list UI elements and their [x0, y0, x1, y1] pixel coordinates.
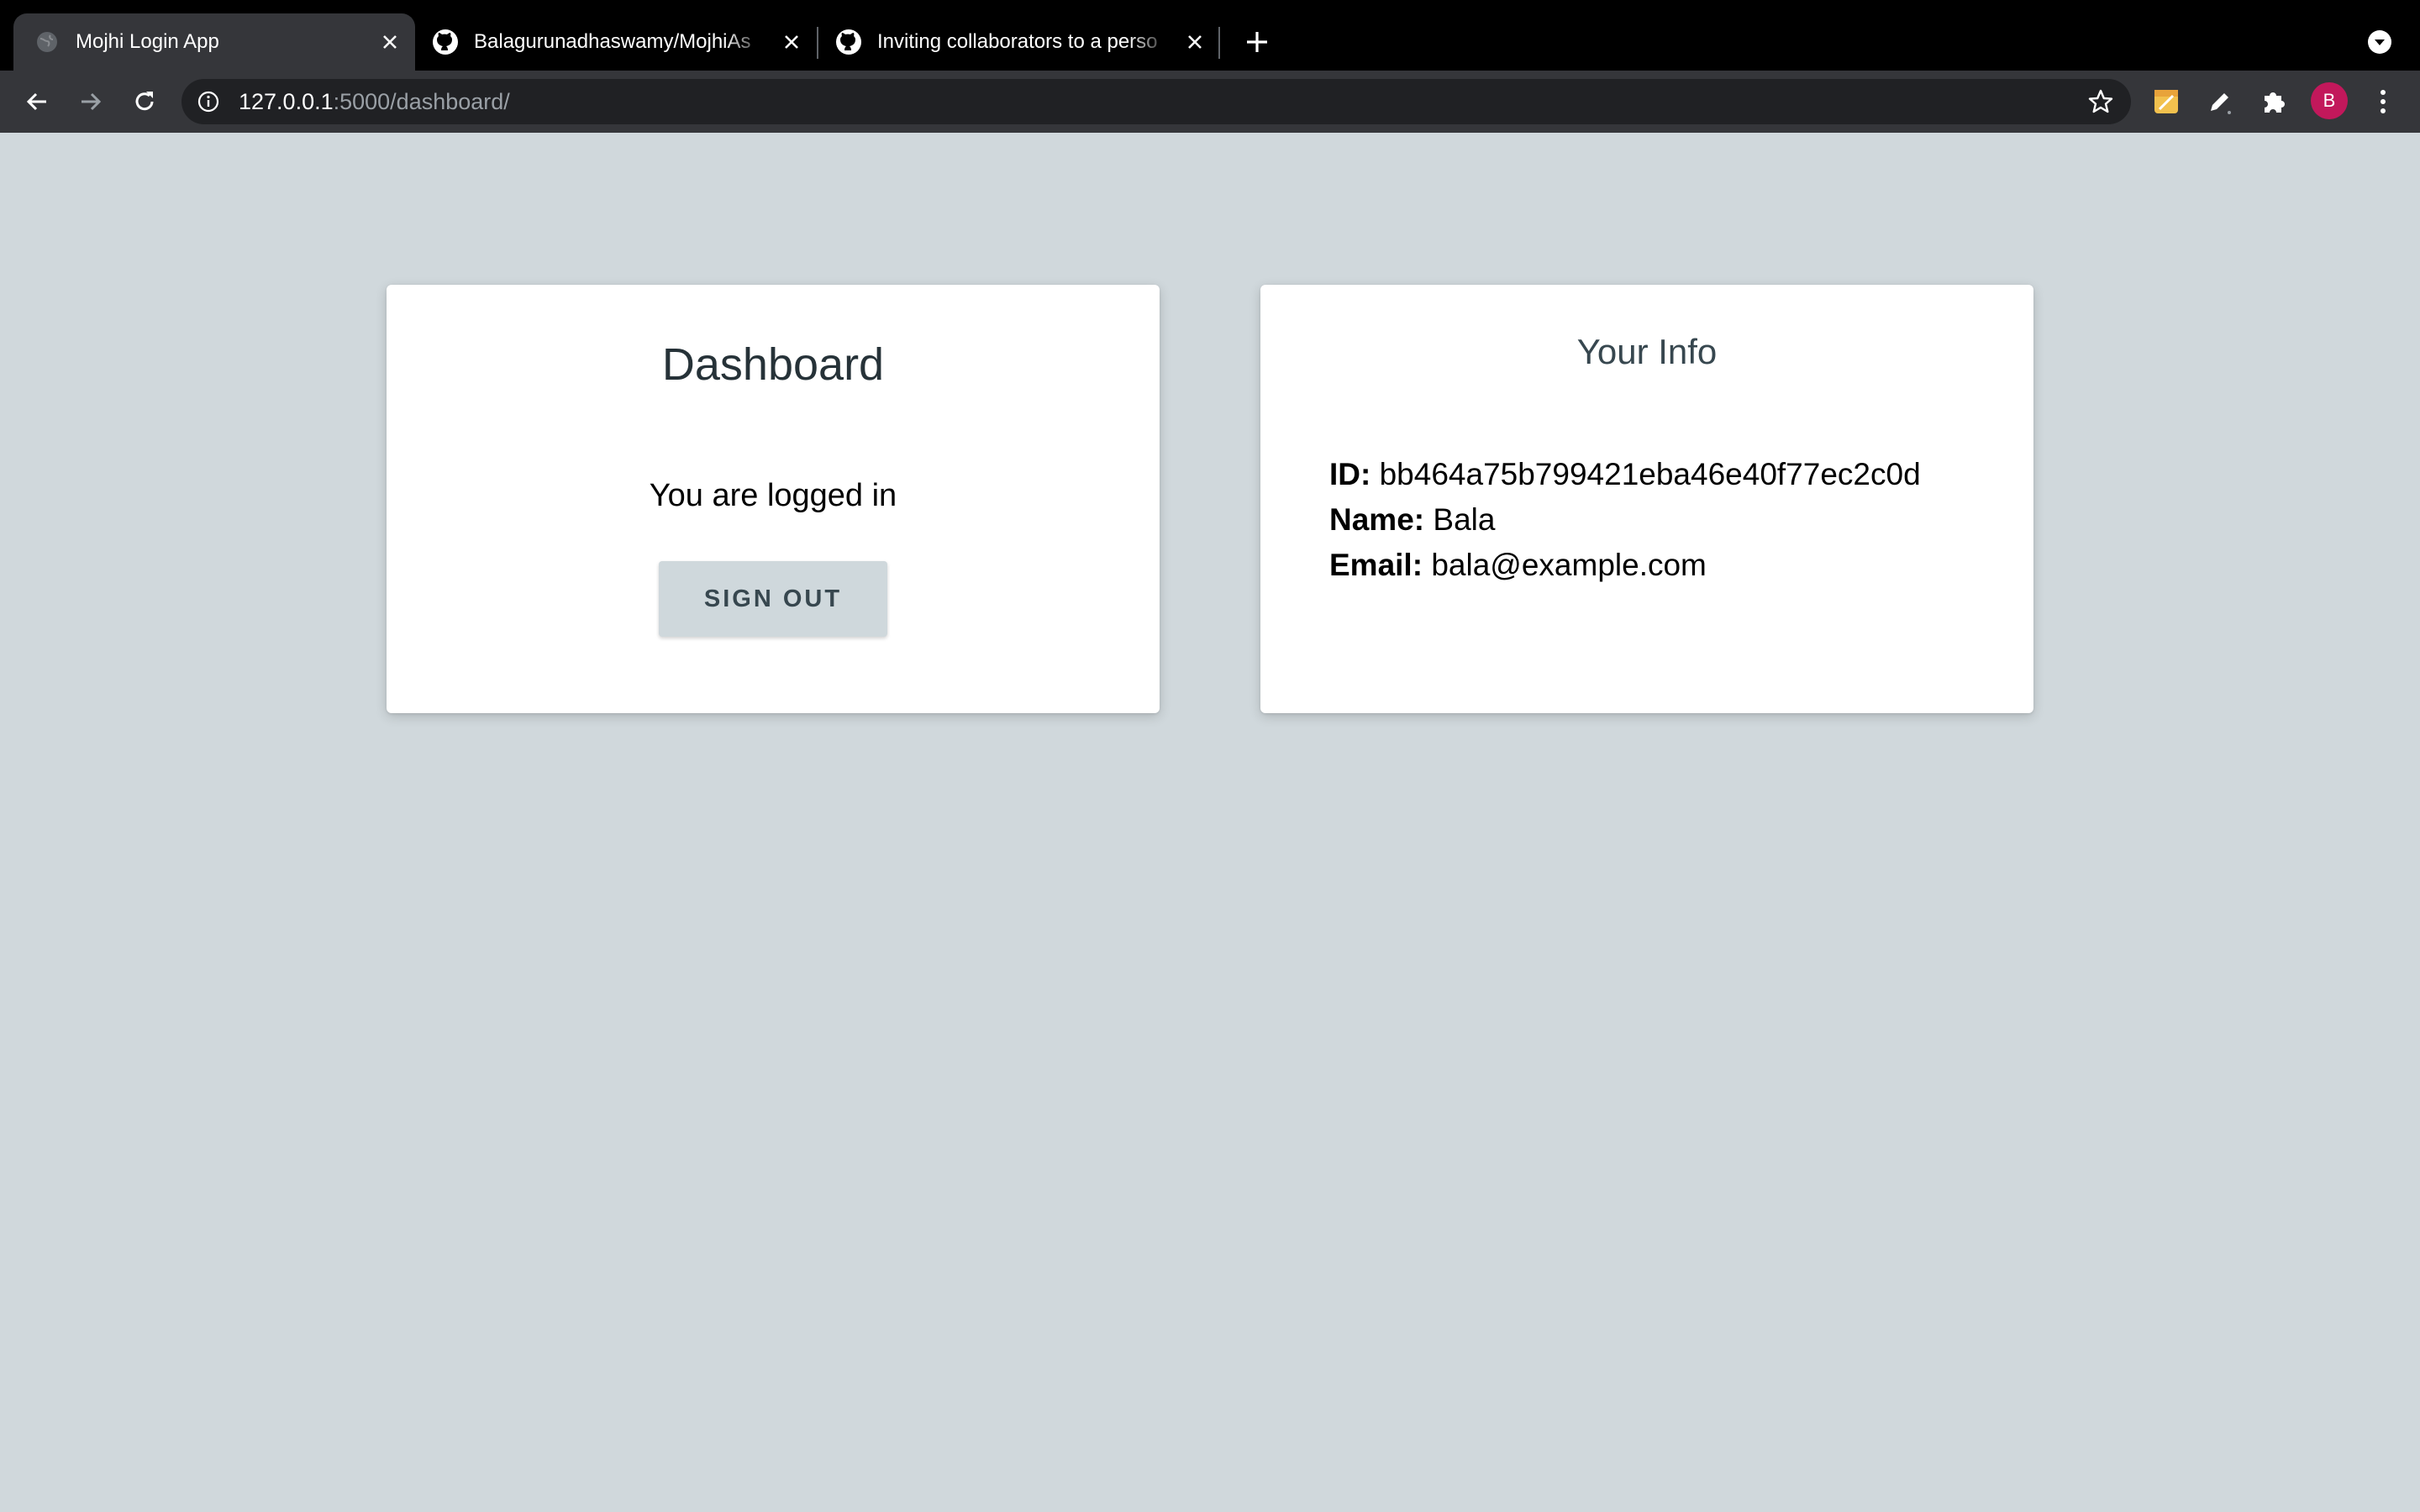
address-bar[interactable]: 127.0.0.1:5000/dashboard/	[182, 79, 2131, 124]
close-icon[interactable]	[778, 29, 805, 55]
profile-avatar[interactable]: B	[2311, 82, 2348, 119]
page-viewport: Dashboard You are logged in SIGN OUT You…	[0, 133, 2420, 1512]
github-icon	[432, 29, 459, 55]
url-text[interactable]: 127.0.0.1:5000/dashboard/	[239, 90, 510, 113]
dashboard-title: Dashboard	[661, 339, 885, 390]
new-tab-button[interactable]	[1240, 25, 1274, 59]
user-info-list: ID: bb464a75b799421eba46e40f77ec2c0d Nam…	[1329, 452, 1921, 588]
name-value: Bala	[1433, 502, 1496, 537]
browser-tab-strip: Mojhi Login App Balagurunadhaswamy/Mojhi…	[0, 0, 2420, 71]
user-info-card: Your Info ID: bb464a75b799421eba46e40f77…	[1260, 285, 2033, 713]
browser-toolbar: 127.0.0.1:5000/dashboard/ B	[0, 71, 2420, 133]
forward-button[interactable]	[72, 83, 109, 120]
tab-search-chevron-icon[interactable]	[2366, 29, 2393, 55]
sign-out-button[interactable]: SIGN OUT	[659, 561, 887, 637]
tab-separator	[1218, 27, 1220, 59]
url-host: 127.0.0.1	[239, 89, 334, 114]
info-title: Your Info	[1576, 332, 1718, 371]
notes-extension-icon[interactable]	[2149, 85, 2183, 118]
tab-inviting-collaborators[interactable]: Inviting collaborators to a perso	[818, 13, 1220, 71]
reload-button[interactable]	[126, 83, 163, 120]
github-icon	[835, 29, 862, 55]
user-id-row: ID: bb464a75b799421eba46e40f77ec2c0d	[1329, 452, 1921, 497]
more-menu-icon[interactable]	[2366, 85, 2400, 118]
user-name-row: Name: Bala	[1329, 497, 1921, 543]
close-icon[interactable]	[1181, 29, 1208, 55]
extensions-puzzle-icon[interactable]	[2257, 85, 2291, 118]
info-icon[interactable]	[195, 88, 222, 115]
login-status-text: You are logged in	[649, 478, 897, 513]
globe-icon	[34, 29, 60, 55]
id-label: ID:	[1329, 457, 1371, 491]
name-label: Name:	[1329, 502, 1425, 537]
tab-title: Mojhi Login App	[76, 30, 219, 53]
tab-mojhi-login-app[interactable]: Mojhi Login App	[13, 13, 415, 71]
email-label: Email:	[1329, 548, 1423, 582]
id-value: bb464a75b799421eba46e40f77ec2c0d	[1379, 457, 1921, 491]
url-path: :5000/dashboard/	[333, 89, 510, 114]
bookmark-star-icon[interactable]	[2086, 87, 2116, 117]
tab-title: Inviting collaborators to a perso	[877, 30, 1158, 53]
email-value: bala@example.com	[1431, 548, 1707, 582]
dashboard-card: Dashboard You are logged in SIGN OUT	[387, 285, 1160, 713]
user-email-row: Email: bala@example.com	[1329, 543, 1921, 588]
back-button[interactable]	[18, 83, 55, 120]
tab-github-repo[interactable]: Balagurunadhaswamy/MojhiAs	[415, 13, 817, 71]
pen-extension-icon[interactable]	[2203, 85, 2237, 118]
tab-title: Balagurunadhaswamy/MojhiAs	[474, 30, 751, 53]
close-icon[interactable]	[376, 29, 403, 55]
